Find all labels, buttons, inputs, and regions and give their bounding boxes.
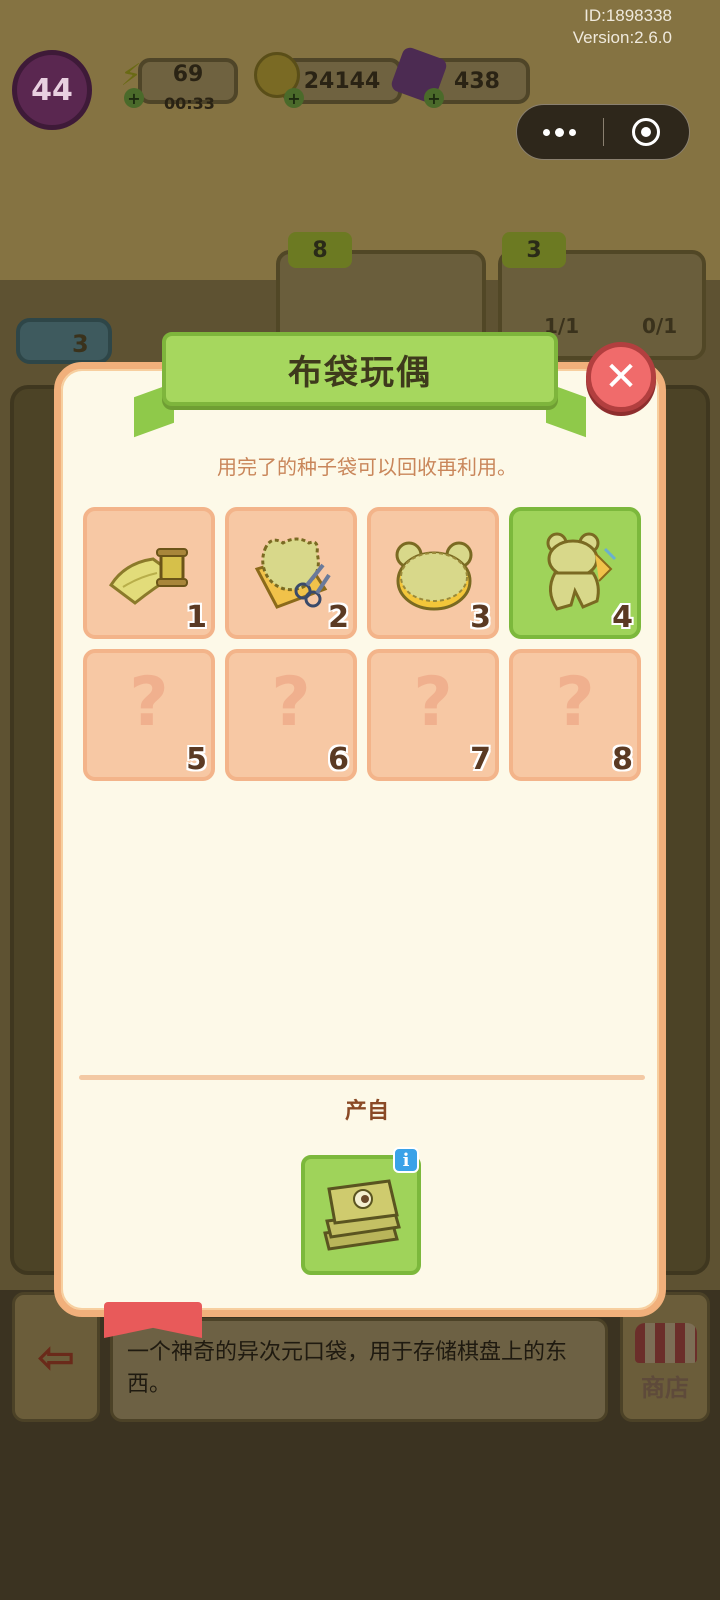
chain-item-number: 8 — [612, 742, 633, 777]
coins-plus-button[interactable]: + — [284, 88, 304, 108]
close-button[interactable]: ✕ — [586, 342, 656, 412]
order-badge-2: 8 — [288, 232, 352, 268]
seed-bag-stack-icon — [323, 1179, 401, 1251]
question-icon: ? — [271, 663, 311, 742]
fabric-roll-thread-icon — [108, 548, 188, 605]
chain-item-8[interactable]: ? 8 — [509, 649, 641, 781]
energy-plus-button[interactable]: + — [124, 88, 144, 108]
chain-item-number: 6 — [328, 742, 349, 777]
target-icon — [632, 118, 661, 146]
dialog-title: 布袋玩偶 — [288, 352, 432, 393]
shop-awning-icon — [635, 1323, 697, 1363]
dialog-panel: 用完了的种子袋可以回收再利用。 1 2 3 4 ? 5 ? 6 ? 7 ? 8 … — [54, 362, 666, 1317]
title-ribbon: 布袋玩偶 — [162, 332, 558, 406]
chain-item-number: 7 — [470, 742, 491, 777]
question-icon: ? — [555, 663, 595, 742]
more-menu-button[interactable] — [517, 104, 603, 160]
chain-item-number: 1 — [186, 600, 207, 635]
source-label: 产自 — [344, 1099, 389, 1124]
section-divider — [79, 1075, 645, 1080]
miniprogram-capsule — [516, 104, 690, 160]
chain-item-2[interactable]: 2 — [225, 507, 357, 639]
gems-plus-button[interactable]: + — [424, 88, 444, 108]
bear-doll-icon — [546, 532, 617, 611]
question-icon: ? — [129, 663, 169, 742]
info-icon[interactable]: i — [393, 1147, 419, 1173]
question-icon: ? — [413, 663, 453, 742]
chain-item-number: 5 — [186, 742, 207, 777]
chain-item-4[interactable]: 4 — [509, 507, 641, 639]
shop-label: 商店 — [641, 1374, 689, 1402]
coin-value: 24144 — [303, 68, 381, 94]
source-item[interactable]: i — [301, 1147, 421, 1275]
more-dots-icon — [543, 127, 577, 137]
user-id-text: ID:1898338 — [584, 6, 672, 25]
chain-item-3[interactable]: 3 — [367, 507, 499, 639]
energy-timer: 00:33 — [164, 94, 215, 113]
bear-pattern-icon — [395, 541, 473, 611]
chain-item-1[interactable]: 1 — [83, 507, 215, 639]
gem-value: 438 — [454, 68, 500, 94]
player-level-badge[interactable]: 44 — [12, 50, 92, 130]
chain-item-number: 2 — [328, 600, 349, 635]
order-badge-3: 3 — [502, 232, 566, 268]
item-chain-dialog: 用完了的种子袋可以回收再利用。 1 2 3 4 ? 5 ? 6 ? 7 ? 8 … — [54, 332, 666, 1338]
exit-arrow-icon: ⇦ — [36, 1330, 76, 1384]
fabric-scissors-icon — [254, 537, 331, 609]
order-card-1[interactable]: 3 — [16, 318, 112, 364]
chain-item-5[interactable]: ? 5 — [83, 649, 215, 781]
chain-item-6[interactable]: ? 6 — [225, 649, 357, 781]
item-description-text: 一个神奇的异次元口袋，用于存储棋盘上的东西。 — [127, 1340, 568, 1397]
chain-item-number: 4 — [612, 600, 633, 635]
chain-item-number: 3 — [470, 600, 491, 635]
close-icon: ✕ — [604, 354, 638, 400]
order-badge-1: 3 — [72, 330, 89, 358]
order-count-2: 0/1 — [642, 314, 678, 338]
dialog-description: 用完了的种子袋可以回收再利用。 — [217, 455, 517, 479]
energy-value: 69 — [172, 61, 204, 87]
chain-item-7[interactable]: ? 7 — [367, 649, 499, 781]
version-text: Version:2.6.0 — [572, 28, 672, 47]
close-miniprogram-button[interactable] — [604, 104, 690, 160]
